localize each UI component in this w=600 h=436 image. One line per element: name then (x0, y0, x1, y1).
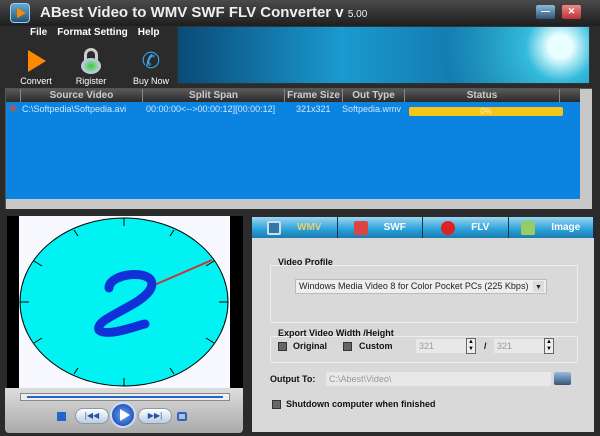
browse-folder-icon[interactable] (554, 372, 571, 385)
video-file-icon (9, 104, 17, 112)
menu-file[interactable]: File (30, 27, 47, 38)
video-preview (7, 216, 243, 388)
shutdown-label: Shutdown computer when finished (286, 399, 436, 409)
cell-frame-size: 321x321 (296, 104, 331, 114)
buy-now-label: Buy Now (132, 76, 169, 86)
tab-flv-label: FLV (471, 222, 490, 233)
video-profile-group (270, 265, 578, 323)
lock-icon (79, 48, 103, 74)
col-status[interactable]: Status (404, 89, 559, 102)
height-spinner[interactable]: ▲ ▼ (544, 338, 554, 354)
minimize-button[interactable]: — (536, 5, 555, 19)
title-bar: ABest Video to WMV SWF FLV Converter v 5… (0, 0, 600, 26)
clock-image (19, 217, 229, 387)
col-split-span[interactable]: Split Span (142, 89, 284, 102)
video-profile-label: Video Profile (278, 257, 333, 267)
progress-bar: 0% (409, 107, 563, 116)
col-frame-size[interactable]: Frame Size (284, 89, 342, 102)
stop-icon[interactable] (57, 412, 66, 421)
original-checkbox[interactable] (278, 342, 287, 351)
cell-out-type: Softpedia.wmv (342, 104, 402, 114)
title-text: ABest Video to WMV SWF FLV Converter v (40, 4, 344, 21)
cell-source: C:\Softpedia\Softpedia.avi (22, 104, 127, 114)
image-icon (521, 220, 536, 235)
tab-wmv[interactable]: WMV (252, 217, 338, 238)
close-button[interactable]: ✕ (562, 5, 581, 19)
next-button[interactable]: ▶▶| (138, 408, 172, 424)
phone-icon: ✆ (141, 48, 161, 73)
height-input[interactable]: 321 (494, 339, 544, 353)
menu-format-setting[interactable]: Format Setting (57, 27, 128, 38)
previous-button[interactable]: |◀◀ (75, 408, 109, 424)
menu-help[interactable]: Help (138, 27, 160, 38)
tab-wmv-label: WMV (297, 222, 322, 233)
wmv-icon (267, 220, 282, 235)
vertical-scrollbar[interactable] (580, 89, 592, 199)
file-list[interactable]: Source Video Split Span Frame Size Out T… (5, 88, 592, 209)
list-header: Source Video Split Span Frame Size Out T… (6, 89, 580, 102)
play-button[interactable] (110, 402, 136, 428)
convert-label: Convert (20, 76, 52, 86)
tab-image[interactable]: Image (509, 217, 594, 238)
video-frame (19, 216, 230, 388)
col-spacer (559, 89, 580, 102)
settings-panel: WMV SWF FLV Image Video Profile Windows … (252, 217, 594, 432)
snapshot-camera-icon[interactable] (177, 412, 187, 421)
seek-slider[interactable] (20, 393, 230, 401)
register-label: Rigister (75, 76, 107, 86)
app-icon (10, 3, 30, 23)
cell-split-span: 00:00:00<-->00:00:12][00:00:12] (146, 104, 276, 114)
original-label: Original (293, 341, 328, 351)
swf-icon (353, 220, 368, 235)
width-input[interactable]: 321 (416, 339, 466, 353)
export-size-label: Export Video Width /Height (278, 328, 394, 338)
custom-checkbox[interactable] (343, 342, 352, 351)
horizontal-scrollbar[interactable] (6, 199, 592, 209)
dropdown-arrow-icon: ▼ (533, 281, 544, 292)
shutdown-checkbox[interactable] (272, 400, 281, 409)
col-out-type[interactable]: Out Type (342, 89, 404, 102)
play-arrow-icon (24, 48, 48, 74)
output-to-label: Output To: (270, 374, 316, 384)
output-path-input[interactable]: C:\Abest\Video\ (326, 372, 551, 386)
tab-image-label: Image (551, 222, 581, 233)
tab-flv[interactable]: FLV (423, 217, 509, 238)
convert-button[interactable]: Convert (14, 48, 58, 86)
video-profile-value: Windows Media Video 8 for Color Pocket P… (299, 281, 529, 291)
col-source-video[interactable]: Source Video (20, 89, 142, 102)
flv-icon (441, 220, 456, 235)
tab-swf[interactable]: SWF (338, 217, 423, 238)
player-controls: |◀◀ ▶▶| (5, 388, 243, 433)
menu-bar: File Format Setting Help (30, 27, 159, 38)
tab-swf-label: SWF (383, 222, 406, 233)
custom-label: Custom (359, 341, 393, 351)
register-button[interactable]: Rigister (69, 48, 113, 86)
width-spinner[interactable]: ▲ ▼ (466, 338, 476, 354)
window-title: ABest Video to WMV SWF FLV Converter v 5… (40, 4, 367, 21)
buy-now-button[interactable]: ✆ Buy Now (129, 48, 173, 86)
format-tabs: WMV SWF FLV Image (252, 217, 594, 238)
size-separator: / (484, 341, 487, 351)
banner-image (177, 26, 590, 84)
video-profile-select[interactable]: Windows Media Video 8 for Color Pocket P… (295, 279, 547, 294)
version-text: 5.00 (347, 9, 368, 20)
